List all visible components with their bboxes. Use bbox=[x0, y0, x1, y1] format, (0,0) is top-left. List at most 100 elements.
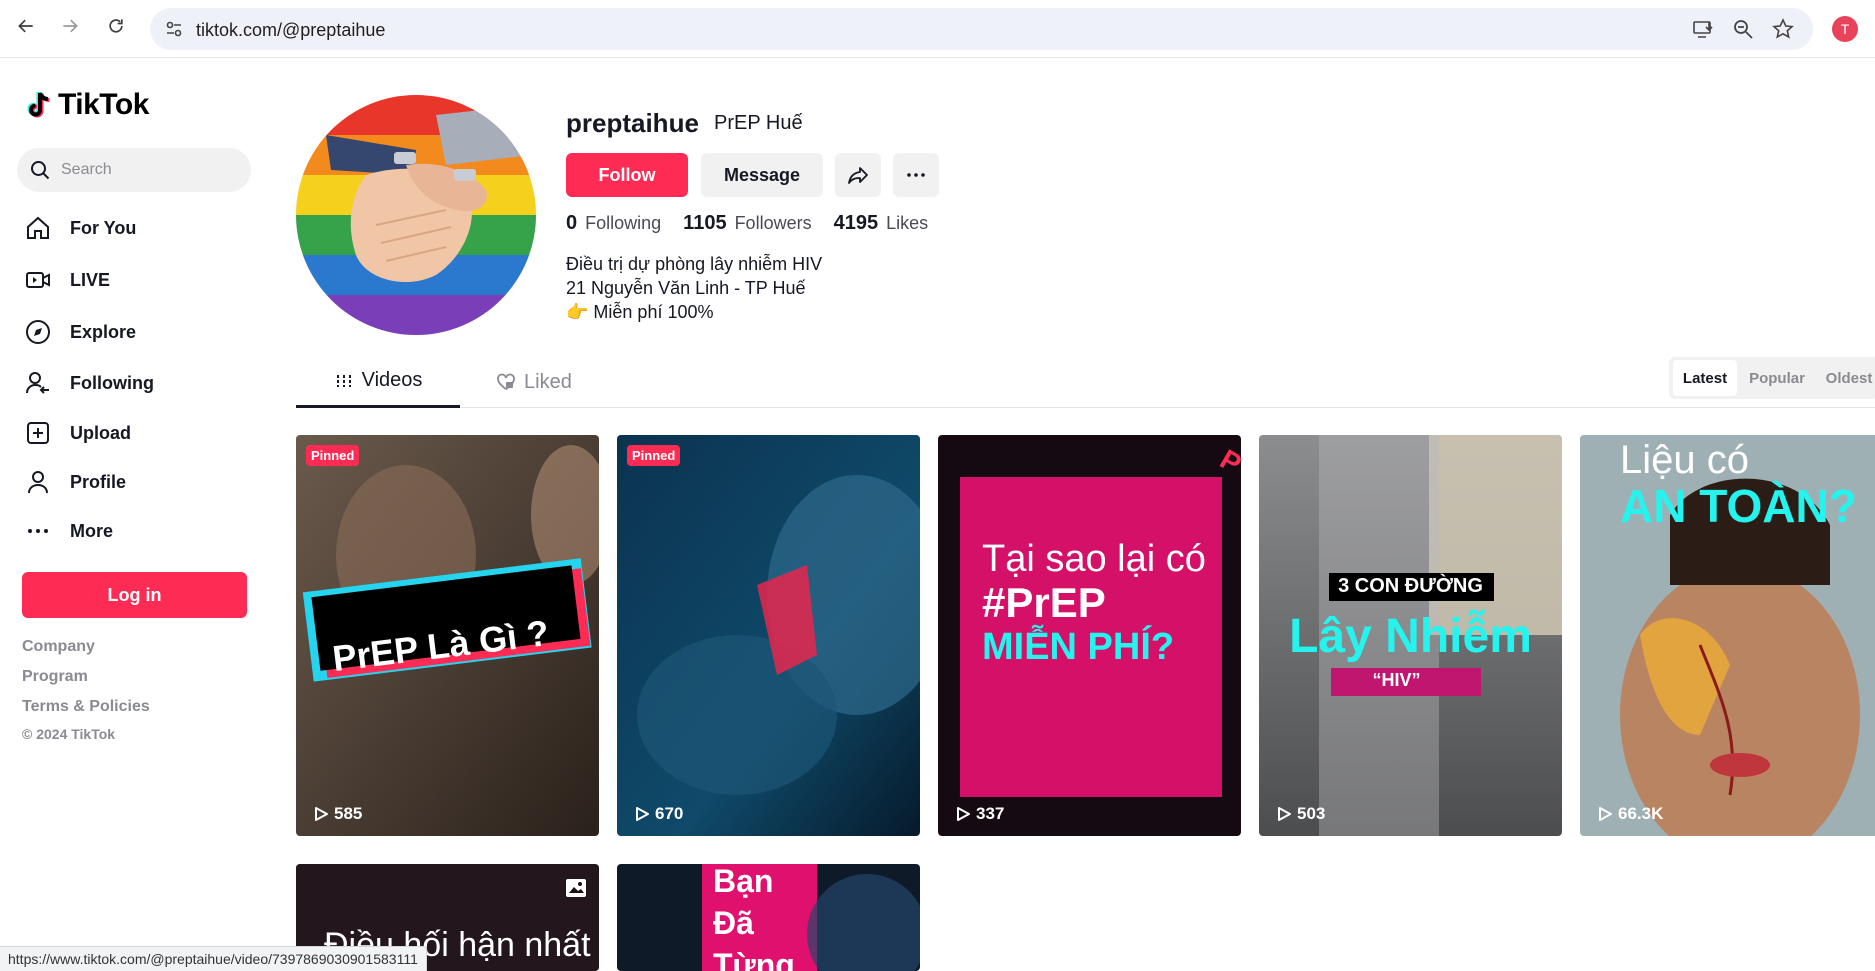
compass-icon bbox=[22, 316, 54, 348]
browser-profile-avatar[interactable]: T bbox=[1832, 16, 1858, 42]
video-card[interactable]: Pinned 670 bbox=[617, 435, 920, 836]
view-count-value: 585 bbox=[334, 804, 363, 823]
sidebar-item-following[interactable]: Following bbox=[22, 361, 252, 405]
reload-icon bbox=[109, 19, 123, 33]
sort-segmented-control: Latest Popular Oldest bbox=[1669, 357, 1875, 399]
profile-avatar bbox=[296, 95, 536, 335]
upload-icon bbox=[22, 417, 54, 449]
sidebar-item-for-you[interactable]: For You bbox=[22, 206, 252, 250]
view-count: 503 bbox=[1275, 804, 1325, 824]
view-count: 337 bbox=[954, 804, 1004, 824]
reload-button[interactable] bbox=[104, 14, 128, 38]
address-bar[interactable]: tiktok.com/@preptaihue bbox=[150, 8, 1813, 50]
caption-line: Lây Nhiễm bbox=[1289, 610, 1532, 663]
pinned-badge: Pinned bbox=[627, 445, 681, 466]
sidebar-item-label: More bbox=[70, 520, 114, 541]
sidebar-item-more[interactable]: More bbox=[22, 509, 252, 553]
sort-oldest-button[interactable]: Oldest bbox=[1819, 360, 1875, 396]
tab-videos[interactable]: Videos bbox=[296, 356, 460, 408]
sidebar-item-live[interactable]: LIVE bbox=[22, 258, 252, 302]
play-icon bbox=[1278, 807, 1291, 821]
liked-heart-lock-icon bbox=[497, 373, 515, 391]
back-button[interactable] bbox=[14, 14, 38, 38]
sidebar-item-label: Profile bbox=[70, 471, 127, 492]
install-app-icon[interactable] bbox=[1692, 18, 1714, 40]
video-thumbnail bbox=[617, 435, 920, 836]
footer-link-program[interactable]: Program bbox=[22, 668, 88, 686]
sidebar-item-explore[interactable]: Explore bbox=[22, 310, 252, 354]
sidebar-item-profile[interactable]: Profile bbox=[22, 460, 252, 504]
caption-line: Đã bbox=[713, 905, 754, 941]
play-icon bbox=[957, 807, 970, 821]
more-options-button[interactable] bbox=[893, 153, 939, 197]
live-icon bbox=[22, 264, 54, 296]
search-icon bbox=[31, 161, 50, 180]
rainbow-hands-avatar-image bbox=[296, 95, 536, 335]
zoom-icon[interactable] bbox=[1732, 18, 1754, 40]
play-icon bbox=[636, 807, 649, 821]
video-caption: Liệu có AN TOÀN? bbox=[1620, 437, 1857, 529]
more-icon bbox=[22, 515, 54, 547]
tiktok-logo[interactable]: TikTok bbox=[26, 88, 149, 122]
bookmark-star-icon[interactable] bbox=[1772, 18, 1794, 40]
bio-line: Điều trị dự phòng lây nhiễm HIV bbox=[566, 254, 823, 274]
followers-label: Followers bbox=[734, 213, 812, 233]
video-card[interactable]: PrEP Là Gì ? Pinned 585 bbox=[296, 435, 599, 836]
pinned-badge: Pinned bbox=[306, 445, 360, 466]
video-card[interactable]: Liệu có AN TOÀN? 66.3K bbox=[1580, 435, 1875, 836]
view-count: 670 bbox=[633, 804, 683, 824]
profile-icon bbox=[22, 466, 54, 498]
video-caption: Bạn Đã Từng bbox=[713, 864, 795, 971]
forward-button[interactable] bbox=[58, 14, 82, 38]
sidebar-item-label: Following bbox=[70, 372, 154, 393]
view-count-value: 670 bbox=[655, 804, 684, 823]
caption-line: Từng bbox=[713, 947, 795, 971]
view-count-value: 337 bbox=[976, 804, 1005, 823]
home-icon bbox=[22, 212, 54, 244]
caption-line: Tại sao lại có bbox=[982, 538, 1206, 580]
profile-stats: 0 Following 1105 Followers 4195 Likes bbox=[566, 212, 950, 235]
logo-wordmark: TikTok bbox=[58, 88, 149, 121]
view-count: 66.3K bbox=[1596, 804, 1663, 824]
share-arrow-icon bbox=[848, 167, 868, 184]
profile-bio: Điều trị dự phòng lây nhiễm HIV 21 Nguyễ… bbox=[566, 252, 822, 324]
video-card[interactable]: 3 CON ĐƯỜNG Lây Nhiễm “HIV” 503 bbox=[1259, 435, 1562, 836]
bio-line: 21 Nguyễn Văn Linh - TP Huế bbox=[566, 278, 806, 298]
sidebar-item-label: Upload bbox=[70, 422, 131, 443]
log-in-button[interactable]: Log in bbox=[22, 572, 247, 618]
sort-popular-button[interactable]: Popular bbox=[1741, 360, 1813, 396]
profile-nickname: PrEP Huế bbox=[714, 112, 803, 134]
video-card[interactable]: Bạn Đã Từng bbox=[617, 864, 920, 971]
tiktok-note-icon bbox=[27, 91, 50, 118]
sidebar-item-upload[interactable]: Upload bbox=[22, 411, 252, 455]
tab-liked[interactable]: Liked bbox=[496, 356, 596, 408]
profile-tabs: Videos Liked bbox=[296, 356, 1875, 408]
sidebar-item-label: LIVE bbox=[70, 269, 111, 290]
view-count-value: 66.3K bbox=[1618, 804, 1664, 823]
tab-liked-label: Liked bbox=[524, 370, 572, 393]
following-label: Following bbox=[585, 213, 662, 233]
tab-videos-label: Videos bbox=[361, 369, 423, 391]
browser-toolbar: tiktok.com/@preptaihue T bbox=[0, 0, 1875, 58]
following-icon bbox=[22, 367, 54, 399]
video-card[interactable]: P Tại sao lại có #PrEP MIỄN PHÍ? 337 bbox=[938, 435, 1241, 836]
footer-link-terms[interactable]: Terms & Policies bbox=[22, 698, 150, 716]
follow-button[interactable]: Follow bbox=[566, 153, 688, 197]
link-status-bar: https://www.tiktok.com/@preptaihue/video… bbox=[0, 946, 427, 971]
sidebar-item-label: Explore bbox=[70, 321, 137, 342]
play-icon bbox=[1599, 807, 1612, 821]
search-input[interactable] bbox=[61, 148, 241, 192]
video-caption: Tại sao lại có #PrEP MIỄN PHÍ? bbox=[982, 537, 1206, 669]
sort-latest-button[interactable]: Latest bbox=[1673, 360, 1737, 396]
caption-line: AN TOÀN? bbox=[1620, 480, 1857, 532]
share-button[interactable] bbox=[835, 153, 881, 197]
caption-line: MIỄN PHÍ? bbox=[982, 626, 1175, 668]
footer-link-company[interactable]: Company bbox=[22, 638, 95, 656]
caption-line: 3 CON ĐƯỜNG bbox=[1338, 575, 1483, 597]
copyright-text: © 2024 TikTok bbox=[22, 726, 116, 742]
videos-grid-icon bbox=[336, 374, 351, 387]
site-info-icon[interactable] bbox=[164, 19, 184, 39]
search-box[interactable] bbox=[17, 148, 251, 192]
message-button[interactable]: Message bbox=[701, 153, 823, 197]
likes-count: 4195 bbox=[833, 212, 879, 234]
